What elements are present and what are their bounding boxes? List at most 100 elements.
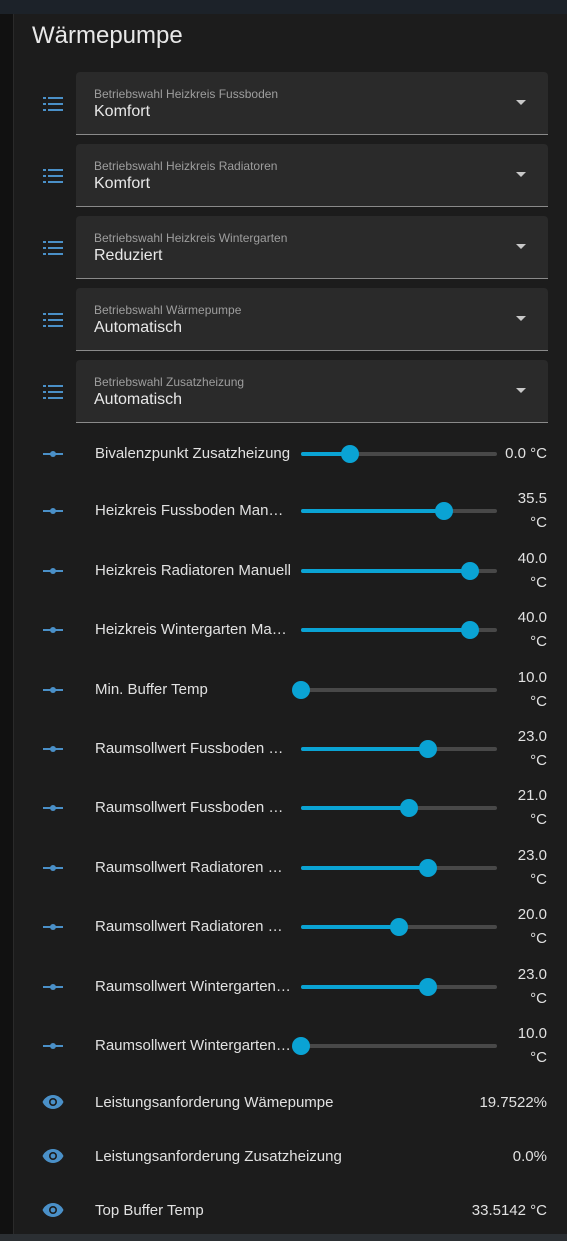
slider-knob[interactable] — [435, 502, 453, 520]
sensor-name[interactable]: Leistungsanforderung Zusatzheizung — [95, 1148, 395, 1165]
card-title: Wärmepumpe — [32, 22, 183, 49]
slider-knob[interactable] — [419, 859, 437, 877]
entities-card: Wärmepumpe Betriebswahl Heizkreis Fussbo… — [13, 14, 567, 1234]
slider-name: Heizkreis Wintergarten Manuell — [95, 621, 291, 638]
list-icon — [41, 308, 65, 332]
value-unit: °C — [530, 574, 547, 591]
sensor-name[interactable]: Leistungsanforderung Wämepumpe — [95, 1094, 395, 1111]
slider-control[interactable] — [301, 620, 497, 640]
value-number: 0.0 °C — [505, 445, 547, 462]
slider-icon — [41, 975, 65, 999]
select-value: Automatisch — [94, 319, 183, 336]
slider-fill — [301, 747, 428, 751]
value-number: 10.0 — [517, 1025, 547, 1042]
slider-icon — [41, 796, 65, 820]
slider-icon — [41, 1034, 65, 1058]
slider-fill — [301, 925, 399, 929]
value-unit: °C — [530, 633, 547, 650]
value-unit: °C — [530, 990, 547, 1007]
value-unit: °C — [530, 930, 547, 947]
slider-control[interactable] — [292, 680, 497, 700]
slider-icon — [41, 678, 65, 702]
eye-icon[interactable] — [41, 1090, 65, 1114]
select-label: Betriebswahl Heizkreis Radiatoren — [94, 159, 278, 173]
select-label: Betriebswahl Zusatzheizung — [94, 375, 245, 389]
value-unit: °C — [530, 811, 547, 828]
slider-fill — [301, 866, 428, 870]
sensor-value: 0.0% — [512, 1148, 547, 1165]
slider-value: 10.0 °C — [503, 666, 547, 714]
slider-value: 40.0 °C — [503, 547, 547, 595]
slider-control[interactable] — [301, 561, 497, 581]
caret-down-icon — [516, 172, 526, 177]
sensor-value: 33.5142 °C — [471, 1202, 547, 1219]
slider-track — [301, 1044, 497, 1048]
slider-name: Raumsollwert Fussboden Reduziert — [95, 799, 291, 816]
value-number: 23.0 — [517, 728, 547, 745]
slider-knob[interactable] — [292, 1037, 310, 1055]
value-number: 21.0 — [517, 787, 547, 804]
select-heizkreis-wintergarten[interactable]: Betriebswahl Heizkreis Wintergarten Redu… — [76, 216, 548, 279]
value-number: 40.0 — [517, 609, 547, 626]
slider-control[interactable] — [301, 739, 497, 759]
slider-fill — [301, 806, 409, 810]
caret-down-icon — [516, 100, 526, 105]
slider-knob[interactable] — [461, 562, 479, 580]
select-value: Reduziert — [94, 247, 163, 264]
select-heizkreis-radiatoren[interactable]: Betriebswahl Heizkreis Radiatoren Komfor… — [76, 144, 548, 207]
slider-value: 21.0 °C — [503, 784, 547, 832]
list-icon — [41, 380, 65, 404]
slider-value: 40.0 °C — [503, 606, 547, 654]
slider-knob[interactable] — [400, 799, 418, 817]
slider-name: Heizkreis Radiatoren Manuell — [95, 562, 291, 579]
select-waermepumpe[interactable]: Betriebswahl Wärmepumpe Automatisch — [76, 288, 548, 351]
eye-icon[interactable] — [41, 1144, 65, 1168]
slider-knob[interactable] — [390, 918, 408, 936]
slider-name: Min. Buffer Temp — [95, 681, 208, 698]
value-number: 23.0 — [517, 847, 547, 864]
select-value: Komfort — [94, 175, 151, 192]
bottom-bar — [0, 1234, 567, 1241]
slider-track — [301, 688, 497, 692]
caret-down-icon — [516, 388, 526, 393]
slider-fill — [301, 509, 444, 513]
slider-icon — [41, 737, 65, 761]
value-number: 35.5 — [517, 490, 547, 507]
slider-knob[interactable] — [419, 978, 437, 996]
slider-control[interactable] — [301, 917, 497, 937]
slider-icon — [41, 856, 65, 880]
select-zusatzheizung[interactable]: Betriebswahl Zusatzheizung Automatisch — [76, 360, 548, 423]
slider-knob[interactable] — [419, 740, 437, 758]
slider-name: Raumsollwert Wintergarten Reduziert — [95, 1037, 291, 1054]
slider-name: Raumsollwert Radiatoren Komfort — [95, 859, 291, 876]
slider-control[interactable] — [292, 1036, 497, 1056]
slider-fill — [301, 628, 470, 632]
slider-value: 35.5 °C — [503, 487, 547, 535]
slider-control[interactable] — [301, 501, 497, 521]
slider-knob[interactable] — [341, 445, 359, 463]
slider-control[interactable] — [301, 977, 497, 997]
slider-control[interactable] — [301, 798, 497, 818]
sensor-name[interactable]: Top Buffer Temp — [95, 1202, 395, 1219]
slider-name: Heizkreis Fussboden Manuell — [95, 502, 291, 519]
value-unit: °C — [530, 752, 547, 769]
select-label: Betriebswahl Wärmepumpe — [94, 303, 242, 317]
select-value: Komfort — [94, 103, 151, 120]
slider-control[interactable] — [301, 858, 497, 878]
slider-knob[interactable] — [461, 621, 479, 639]
slider-value: 10.0 °C — [503, 1022, 547, 1070]
select-label: Betriebswahl Heizkreis Fussboden — [94, 87, 279, 101]
slider-icon — [41, 442, 65, 466]
slider-knob[interactable] — [292, 681, 310, 699]
value-number: 40.0 — [517, 550, 547, 567]
slider-name: Bivalenzpunkt Zusatzheizung — [95, 445, 291, 462]
slider-name: Raumsollwert Wintergarten Komfort — [95, 978, 291, 995]
slider-value: 0.0 °C — [467, 442, 547, 466]
list-icon — [41, 236, 65, 260]
select-heizkreis-fussboden[interactable]: Betriebswahl Heizkreis Fussboden Komfort — [76, 72, 548, 135]
slider-icon — [41, 499, 65, 523]
value-number: 20.0 — [517, 906, 547, 923]
eye-icon[interactable] — [41, 1198, 65, 1222]
value-number: 23.0 — [517, 966, 547, 983]
top-bar — [0, 0, 567, 14]
